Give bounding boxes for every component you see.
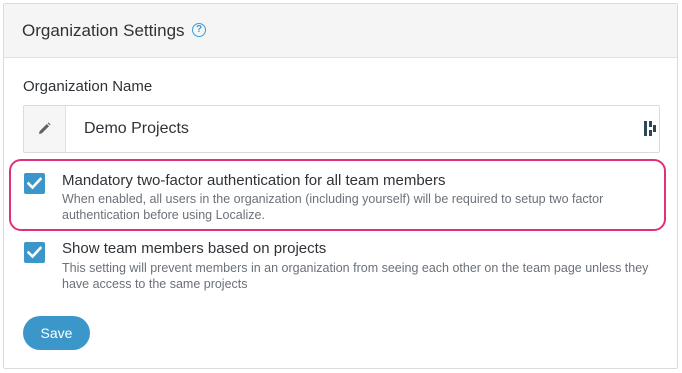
- organization-settings-card: Organization Settings ? Organization Nam…: [3, 3, 678, 369]
- organization-name-input[interactable]: [67, 106, 627, 152]
- show-team-members-title: Show team members based on projects: [62, 240, 327, 257]
- pencil-icon: [39, 122, 51, 134]
- two-factor-title: Mandatory two-factor authentication for …: [62, 172, 446, 189]
- two-factor-description: When enabled, all users in the organizat…: [62, 192, 604, 222]
- organization-name-input-group: [23, 105, 660, 153]
- two-factor-checkbox[interactable]: [24, 173, 45, 194]
- input-addon: [24, 106, 66, 152]
- save-button[interactable]: Save: [23, 316, 90, 350]
- password-manager-icon[interactable]: [644, 121, 656, 136]
- show-team-members-description: This setting will prevent members in an …: [62, 261, 649, 291]
- show-team-members-checkbox[interactable]: [24, 242, 45, 263]
- organization-name-label: Organization Name: [23, 78, 153, 95]
- question-circle-icon[interactable]: ?: [192, 23, 206, 37]
- page-title: Organization Settings: [22, 21, 185, 40]
- checkmark-icon: [27, 246, 42, 259]
- checkmark-icon: [27, 177, 42, 190]
- card-header: Organization Settings ?: [4, 4, 677, 58]
